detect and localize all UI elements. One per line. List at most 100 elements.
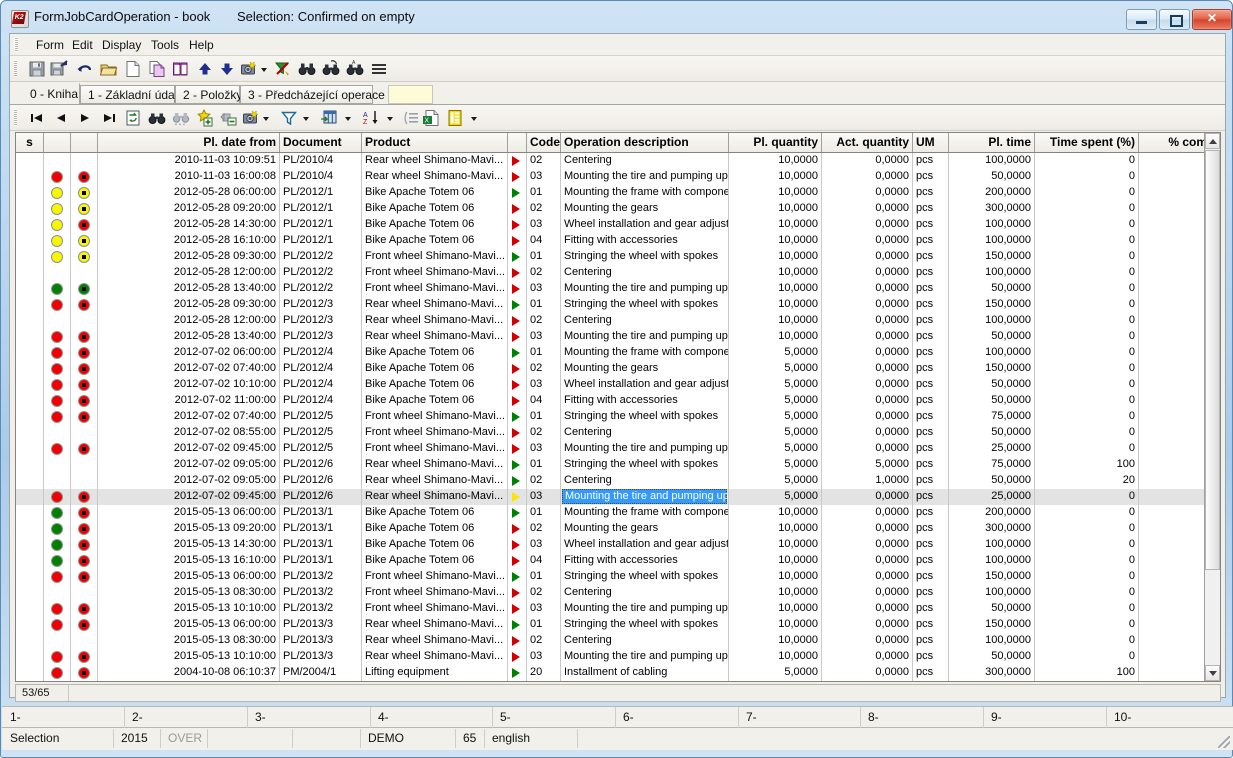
cell-plqty[interactable]: 10,0000 xyxy=(729,265,822,281)
cell-tspent[interactable]: 0 xyxy=(1035,393,1139,409)
cell-status-lamp-1[interactable] xyxy=(44,441,71,457)
cell-status-lamp-2[interactable] xyxy=(71,521,98,537)
cell-code[interactable]: 02 xyxy=(527,425,561,441)
menu-grip[interactable] xyxy=(14,37,18,52)
cell-date[interactable]: 2012-07-02 11:00:00 xyxy=(98,393,280,409)
cell-product[interactable]: Bike Apache Totem 06 xyxy=(362,521,508,537)
cell-tspent[interactable]: 0 xyxy=(1035,281,1139,297)
tab-3-predchazejici-operace[interactable]: 3 - Předcházející operace xyxy=(240,85,373,104)
cell-code[interactable]: 03 xyxy=(527,489,561,505)
cell-operation-description[interactable]: Centering xyxy=(561,265,729,281)
table-row[interactable]: 2012-05-28 13:40:00PL/2012/3Rear wheel S… xyxy=(16,329,1206,345)
cell-tspent[interactable]: 0 xyxy=(1035,409,1139,425)
cell-um[interactable]: pcs xyxy=(913,217,949,233)
cell-code[interactable]: 04 xyxy=(527,393,561,409)
cell-document[interactable]: PL/2012/6 xyxy=(280,489,362,505)
cell-document[interactable]: PL/2012/3 xyxy=(280,297,362,313)
cell-um[interactable]: pcs xyxy=(913,169,949,185)
cell-s[interactable] xyxy=(16,473,44,489)
cell-status-lamp-2[interactable] xyxy=(71,185,98,201)
cell-s[interactable] xyxy=(16,665,44,681)
cell-operation-flag[interactable] xyxy=(508,393,527,409)
find-icon[interactable] xyxy=(148,109,168,128)
cell-plqty[interactable]: 5,0000 xyxy=(729,473,822,489)
cell-pltime[interactable]: 25,0000 xyxy=(949,489,1035,505)
cell-um[interactable]: pcs xyxy=(913,313,949,329)
cell-tspent[interactable]: 0 xyxy=(1035,345,1139,361)
cell-um[interactable]: pcs xyxy=(913,425,949,441)
cell-pltime[interactable]: 200,0000 xyxy=(949,185,1035,201)
cell-operation-description[interactable]: Mounting the frame with components xyxy=(561,505,729,521)
cell-um[interactable]: pcs xyxy=(913,537,949,553)
cell-pltime[interactable]: 75,0000 xyxy=(949,409,1035,425)
sort-dropdown-icon[interactable] xyxy=(384,109,396,128)
cell-actqty[interactable]: 0,0000 xyxy=(822,489,913,505)
camera-icon[interactable] xyxy=(242,109,262,128)
cell-pcomp[interactable]: 0 xyxy=(1139,249,1206,265)
cell-operation-description[interactable]: Stringing the wheel with spokes xyxy=(561,457,729,473)
cell-pcomp[interactable]: 100 xyxy=(1139,457,1206,473)
cell-um[interactable]: pcs xyxy=(913,441,949,457)
cell-operation-flag[interactable] xyxy=(508,265,527,281)
cell-operation-description[interactable]: Centering xyxy=(561,633,729,649)
cell-pltime[interactable]: 50,0000 xyxy=(949,649,1035,665)
cell-date[interactable]: 2012-07-02 10:10:00 xyxy=(98,377,280,393)
cell-plqty[interactable]: 10,0000 xyxy=(729,569,822,585)
cell-product[interactable]: Rear wheel Shimano-Mavi... xyxy=(362,313,508,329)
cell-actqty[interactable]: 0,0000 xyxy=(822,265,913,281)
cell-um[interactable]: pcs xyxy=(913,489,949,505)
cell-plqty[interactable]: 5,0000 xyxy=(729,345,822,361)
cell-operation-description[interactable]: Centering xyxy=(561,313,729,329)
cell-um[interactable]: pcs xyxy=(913,233,949,249)
cell-s[interactable] xyxy=(16,329,44,345)
cell-document[interactable]: PL/2013/1 xyxy=(280,537,362,553)
cell-operation-description[interactable]: Mounting the frame with components xyxy=(561,345,729,361)
close-button[interactable]: ✕ xyxy=(1192,9,1232,30)
grid-column-header-document[interactable]: Document xyxy=(280,133,362,152)
grid-column-header-lamp2[interactable] xyxy=(71,133,98,152)
cell-product[interactable]: Bike Apache Totem 06 xyxy=(362,553,508,569)
cell-code[interactable]: 02 xyxy=(527,153,561,169)
cell-status-lamp-2[interactable] xyxy=(71,313,98,329)
cell-status-lamp-1[interactable] xyxy=(44,345,71,361)
cell-pcomp[interactable]: 0 xyxy=(1139,553,1206,569)
table-row[interactable]: 2012-05-28 13:40:00PL/2012/2Front wheel … xyxy=(16,281,1206,297)
sort-az-icon[interactable]: AZ xyxy=(362,109,382,128)
cell-tspent[interactable]: 100 xyxy=(1035,665,1139,681)
cell-product[interactable]: Rear wheel Shimano-Mavi... xyxy=(362,457,508,473)
table-row[interactable]: 2010-11-03 10:09:51PL/2010/4Rear wheel S… xyxy=(16,153,1206,169)
cell-tspent[interactable]: 0 xyxy=(1035,489,1139,505)
cell-product[interactable]: Front wheel Shimano-Mavi... xyxy=(362,265,508,281)
cell-actqty[interactable]: 0,0000 xyxy=(822,313,913,329)
cell-s[interactable] xyxy=(16,633,44,649)
cell-code[interactable]: 01 xyxy=(527,457,561,473)
cell-operation-description[interactable]: Wheel installation and gear adjustment xyxy=(561,537,729,553)
cell-status-lamp-1[interactable] xyxy=(44,153,71,169)
cell-tspent[interactable]: 0 xyxy=(1035,569,1139,585)
grid-column-header-lamp1[interactable] xyxy=(44,133,71,152)
cell-plqty[interactable]: 10,0000 xyxy=(729,297,822,313)
cell-code[interactable]: 02 xyxy=(527,521,561,537)
grid-column-header-code[interactable]: Code xyxy=(527,133,561,152)
function-key-4[interactable]: 4- xyxy=(378,710,389,724)
cell-s[interactable] xyxy=(16,441,44,457)
cell-operation-flag[interactable] xyxy=(508,169,527,185)
cell-pcomp[interactable]: 0 xyxy=(1139,201,1206,217)
camera-dropdown-icon[interactable] xyxy=(260,109,272,128)
cell-um[interactable]: pcs xyxy=(913,633,949,649)
cell-status-lamp-1[interactable] xyxy=(44,665,71,681)
cell-pltime[interactable]: 150,0000 xyxy=(949,569,1035,585)
cell-status-lamp-2[interactable] xyxy=(71,217,98,233)
cell-date[interactable]: 2015-05-13 09:20:00 xyxy=(98,521,280,537)
grid-column-header-um[interactable]: UM xyxy=(913,133,949,152)
cell-document[interactable]: PL/2013/1 xyxy=(280,521,362,537)
report-dropdown-icon[interactable] xyxy=(468,109,480,128)
toolbar-grip[interactable] xyxy=(14,60,17,77)
cell-pcomp[interactable]: 0 xyxy=(1139,601,1206,617)
cell-s[interactable] xyxy=(16,297,44,313)
cell-product[interactable]: Front wheel Shimano-Mavi... xyxy=(362,281,508,297)
cell-document[interactable]: PL/2013/3 xyxy=(280,617,362,633)
cell-status-lamp-2[interactable] xyxy=(71,169,98,185)
cell-plqty[interactable]: 10,0000 xyxy=(729,153,822,169)
cell-code[interactable]: 03 xyxy=(527,217,561,233)
